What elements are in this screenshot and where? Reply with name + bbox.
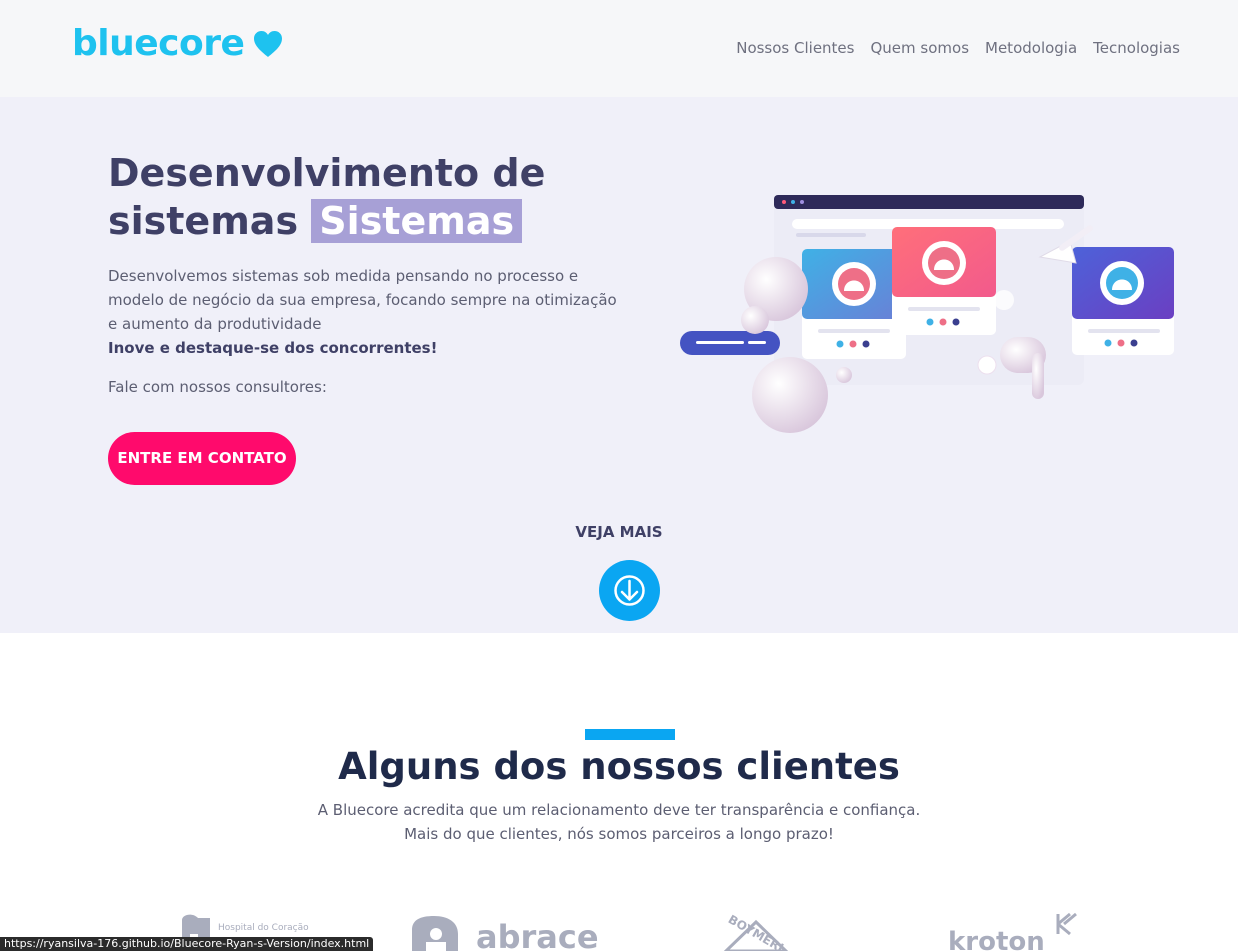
hero-illustration — [680, 195, 1174, 433]
boymeri-logo-text: BOYMERI — [726, 914, 786, 951]
section-accent-bar — [585, 729, 675, 740]
clients-subtitle-line1: A Bluecore acredita que um relacionament… — [317, 801, 921, 819]
nav-link-quem-somos[interactable]: Quem somos — [870, 38, 969, 58]
site-header: bluecore Nossos Clientes Quem somos Meto… — [0, 0, 1238, 97]
hero-title: Desenvolvimento de sistemas Sistemas — [108, 149, 668, 245]
logo-text: bluecore — [72, 23, 245, 64]
kroton-logo-text: kroton — [948, 927, 1045, 951]
nav-link-tecnologias[interactable]: Tecnologias — [1093, 38, 1180, 58]
brand-logo[interactable]: bluecore — [72, 24, 284, 64]
nav-link-nossos-clientes[interactable]: Nossos Clientes — [736, 38, 854, 58]
hero-title-highlight: Sistemas — [311, 199, 523, 243]
main-nav: Nossos Clientes Quem somos Metodologia T… — [736, 38, 1180, 58]
hero-title-line1: Desenvolvimento de — [108, 151, 546, 195]
browser-status-url: https://ryansilva-176.github.io/Bluecore… — [0, 937, 374, 951]
clients-subtitle: A Bluecore acredita que um relacionament… — [0, 798, 1238, 846]
abrace-logo: abrace — [412, 916, 599, 951]
nav-link-metodologia[interactable]: Metodologia — [985, 38, 1077, 58]
hero-description-text: Desenvolvemos sistemas sob medida pensan… — [108, 267, 617, 333]
heart-icon — [254, 31, 283, 57]
scroll-down-button[interactable] — [599, 560, 660, 621]
hero-description: Desenvolvemos sistemas sob medida pensan… — [108, 264, 628, 360]
kroton-logo: kroton — [948, 912, 1077, 951]
hero-title-line2: sistemas — [108, 199, 299, 243]
see-more-label: VEJA MAIS — [575, 523, 663, 541]
hospital-logo-text: Hospital do Coração — [218, 923, 309, 933]
clients-subtitle-line2: Mais do que clientes, nós somos parceiro… — [404, 825, 834, 843]
hero-section: Desenvolvimento de sistemas Sistemas Des… — [0, 97, 1238, 633]
hero-emphasis: Inove e destaque-se dos concorrentes! — [108, 339, 438, 357]
contact-button[interactable]: ENTRE EM CONTATO — [108, 432, 296, 485]
abrace-logo-text: abrace — [476, 918, 599, 951]
arrow-down-icon — [614, 575, 645, 606]
clients-title: Alguns dos nossos clientes — [338, 745, 900, 788]
cta-label: Fale com nossos consultores: — [108, 378, 327, 396]
boymeri-logo: BOYMERI — [723, 914, 789, 951]
